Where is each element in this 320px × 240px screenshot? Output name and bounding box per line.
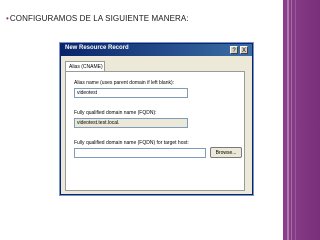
fqdn-field: videotest.test.local. bbox=[74, 118, 188, 128]
alias-name-input[interactable]: videotest bbox=[74, 88, 188, 98]
new-resource-record-dialog: New Resource Record ? X Alias (CNAME) Al… bbox=[60, 43, 253, 195]
help-button[interactable]: ? bbox=[230, 46, 238, 54]
close-button[interactable]: X bbox=[240, 46, 248, 54]
side-bar-stripe bbox=[295, 0, 296, 240]
bullet: • bbox=[6, 14, 9, 23]
dialog-titlebar[interactable]: New Resource Record ? X bbox=[61, 44, 252, 56]
side-bar-stripe bbox=[291, 0, 292, 240]
decorative-side-bar bbox=[283, 0, 320, 240]
slide-title: •CONFIGURAMOS DE LA SIGUIENTE MANERA: bbox=[6, 14, 189, 23]
alias-name-label: Alias name (uses parent domain if left b… bbox=[74, 80, 175, 86]
slide-title-text: CONFIGURAMOS DE LA SIGUIENTE MANERA: bbox=[9, 14, 189, 23]
fqdn-label: Fully qualified domain name (FQDN): bbox=[74, 110, 157, 116]
browse-button[interactable]: Browse... bbox=[210, 147, 242, 158]
target-host-label: Fully qualified domain name (FQDN) for t… bbox=[74, 140, 189, 146]
tab-alias-cname[interactable]: Alias (CNAME) bbox=[65, 61, 105, 71]
tab-panel: Alias name (uses parent domain if left b… bbox=[65, 71, 245, 191]
target-host-input[interactable] bbox=[74, 148, 206, 158]
dialog-title: New Resource Record bbox=[65, 45, 129, 51]
side-bar-stripe bbox=[287, 0, 289, 240]
